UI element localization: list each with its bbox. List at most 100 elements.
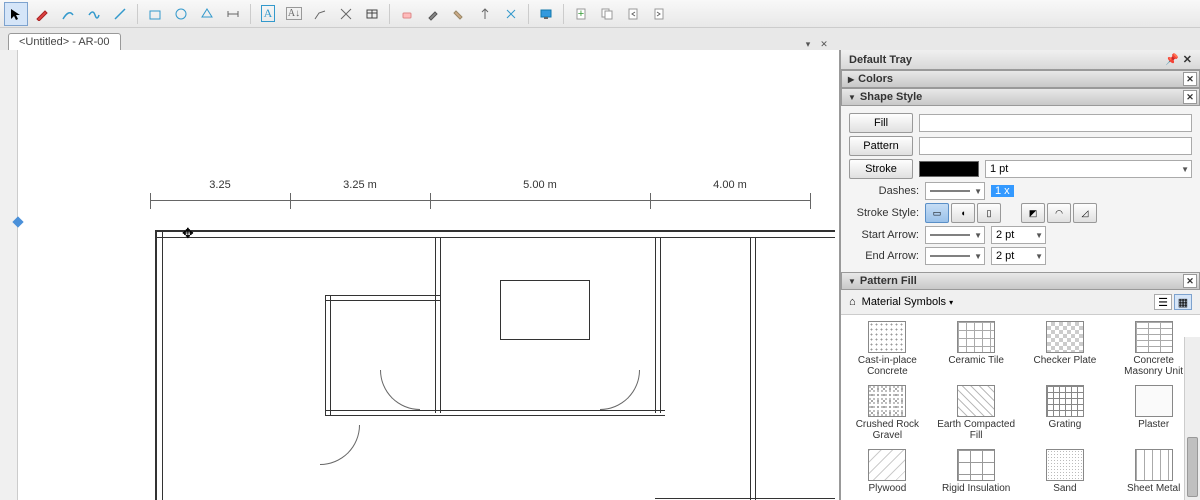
text-tool[interactable]: A	[256, 2, 280, 26]
shape-style-panel-header[interactable]: ▼ Shape Style ✕	[841, 88, 1200, 106]
toolbar-separator	[563, 4, 564, 24]
polygon-tool[interactable]	[195, 2, 219, 26]
line-tool[interactable]	[108, 2, 132, 26]
stroke-width-value: 1 pt	[990, 163, 1008, 175]
pencil-tool[interactable]	[30, 2, 54, 26]
pattern-item[interactable]: Plywood	[845, 447, 930, 500]
panel-close-icon[interactable]: ✕	[1183, 90, 1197, 104]
pattern-swatch	[1046, 449, 1084, 481]
list-view-icon[interactable]: ☰	[1154, 294, 1172, 310]
dropdown-icon: ▼	[974, 252, 982, 261]
table-tool[interactable]	[360, 2, 384, 26]
stroke-style-round[interactable]: ◖	[951, 203, 975, 223]
stroke-button[interactable]: Stroke	[849, 159, 913, 179]
start-arrow-combo[interactable]: ▼	[925, 226, 985, 244]
end-arrow-size-combo[interactable]: 2 pt ▼	[991, 247, 1046, 265]
dropdown-icon: ▼	[1035, 252, 1043, 261]
move-cursor-icon: ✥	[182, 225, 194, 242]
pattern-swatch	[1135, 385, 1173, 417]
pattern-item[interactable]: Ceramic Tile	[934, 319, 1019, 379]
pattern-fill-panel-header[interactable]: ▼ Pattern Fill ✕	[841, 272, 1200, 290]
select-tool[interactable]	[4, 2, 28, 26]
home-icon[interactable]: ⌂	[849, 296, 856, 308]
dimension-line: 3.25 3.25 m 5.00 m 4.00 m	[150, 200, 810, 201]
end-arrow-label: End Arrow:	[849, 250, 919, 262]
pattern-item[interactable]: Grating	[1023, 383, 1108, 443]
leader-tool[interactable]	[334, 2, 358, 26]
eraser-tool[interactable]	[395, 2, 419, 26]
start-arrow-size-combo[interactable]: 2 pt ▼	[991, 226, 1046, 244]
stroke-width-combo[interactable]: 1 pt ▼	[985, 160, 1192, 178]
start-arrow-size-value: 2 pt	[996, 229, 1014, 241]
start-arrow-label: Start Arrow:	[849, 229, 919, 241]
dashes-combo[interactable]: ▼	[925, 182, 985, 200]
pattern-item[interactable]: Crushed Rock Gravel	[845, 383, 930, 443]
grid-view-icon[interactable]: ▦	[1174, 294, 1192, 310]
close-icon[interactable]: ✕	[1183, 53, 1192, 66]
curve-tool[interactable]	[82, 2, 106, 26]
copy-page-tool[interactable]	[595, 2, 619, 26]
ruler-marker-icon	[12, 216, 23, 227]
toolbar-separator	[389, 4, 390, 24]
fill-swatch-field[interactable]	[919, 114, 1192, 132]
stroke-style-square[interactable]: ▯	[977, 203, 1001, 223]
drawing-canvas[interactable]: 3.25 3.25 m 5.00 m 4.00 m ✥	[0, 50, 840, 500]
join-style-bevel[interactable]: ◿	[1073, 203, 1097, 223]
pattern-item[interactable]: Sand	[1023, 447, 1108, 500]
join-style-round[interactable]: ◠	[1047, 203, 1071, 223]
pattern-swatch	[1046, 321, 1084, 353]
next-page-tool[interactable]	[647, 2, 671, 26]
end-arrow-combo[interactable]: ▼	[925, 247, 985, 265]
right-tray: Default Tray 📌 ✕ ▶ Colors ✕ ▼ Shape Styl…	[840, 50, 1200, 500]
dimension-tool[interactable]	[221, 2, 245, 26]
pattern-swatch	[957, 385, 995, 417]
shape-tool[interactable]	[143, 2, 167, 26]
pin-icon[interactable]: 📌	[1165, 53, 1179, 66]
join-tool[interactable]	[499, 2, 523, 26]
label-tool[interactable]: A↓	[282, 2, 306, 26]
paint-tool[interactable]	[447, 2, 471, 26]
pattern-swatch	[1046, 385, 1084, 417]
scrollbar-thumb[interactable]	[1187, 437, 1198, 497]
fill-button[interactable]: Fill	[849, 113, 913, 133]
toolbar-separator	[137, 4, 138, 24]
document-tab[interactable]: <Untitled> - AR-00	[8, 33, 121, 50]
door-swing	[380, 370, 420, 410]
eyedropper-tool[interactable]	[421, 2, 445, 26]
furniture-rect	[500, 280, 590, 340]
tab-dropdown-icon[interactable]: ▾	[802, 38, 814, 50]
stroke-style-flat[interactable]: ▭	[925, 203, 949, 223]
wall	[325, 295, 331, 415]
pattern-scrollbar[interactable]	[1184, 337, 1200, 500]
circle-tool[interactable]	[169, 2, 193, 26]
stroke-color-swatch[interactable]	[919, 161, 979, 177]
panel-title: Shape Style	[860, 91, 922, 103]
pattern-grid: Cast-in-place Concrete Ceramic Tile Chec…	[841, 315, 1200, 500]
join-style-miter[interactable]: ◩	[1021, 203, 1045, 223]
panel-close-icon[interactable]: ✕	[1183, 72, 1197, 86]
dimension-value: 4.00 m	[713, 179, 747, 191]
pattern-swatch-field[interactable]	[919, 137, 1192, 155]
pattern-button[interactable]: Pattern	[849, 136, 913, 156]
dashes-value[interactable]: 1 x	[991, 185, 1014, 197]
pattern-item[interactable]: Rigid Insulation	[934, 447, 1019, 500]
dropdown-icon: ▼	[974, 231, 982, 240]
screen-tool[interactable]	[534, 2, 558, 26]
dimension-value: 5.00 m	[523, 179, 557, 191]
pattern-category[interactable]: Material Symbols ▾	[862, 296, 953, 308]
panel-close-icon[interactable]: ✕	[1183, 274, 1197, 288]
wall	[325, 295, 441, 301]
add-page-tool[interactable]: +	[569, 2, 593, 26]
pattern-item[interactable]: Earth Compacted Fill	[934, 383, 1019, 443]
split-tool[interactable]	[473, 2, 497, 26]
colors-panel-header[interactable]: ▶ Colors ✕	[841, 70, 1200, 88]
dropdown-icon: ▾	[949, 298, 953, 307]
prev-page-tool[interactable]	[621, 2, 645, 26]
pattern-item[interactable]: Checker Plate	[1023, 319, 1108, 379]
callout-tool[interactable]	[308, 2, 332, 26]
panel-title: Pattern Fill	[860, 275, 917, 287]
main-toolbar: A A↓ +	[0, 0, 1200, 28]
tab-close-icon[interactable]: ✕	[818, 38, 830, 50]
pattern-item[interactable]: Cast-in-place Concrete	[845, 319, 930, 379]
arc-tool[interactable]	[56, 2, 80, 26]
